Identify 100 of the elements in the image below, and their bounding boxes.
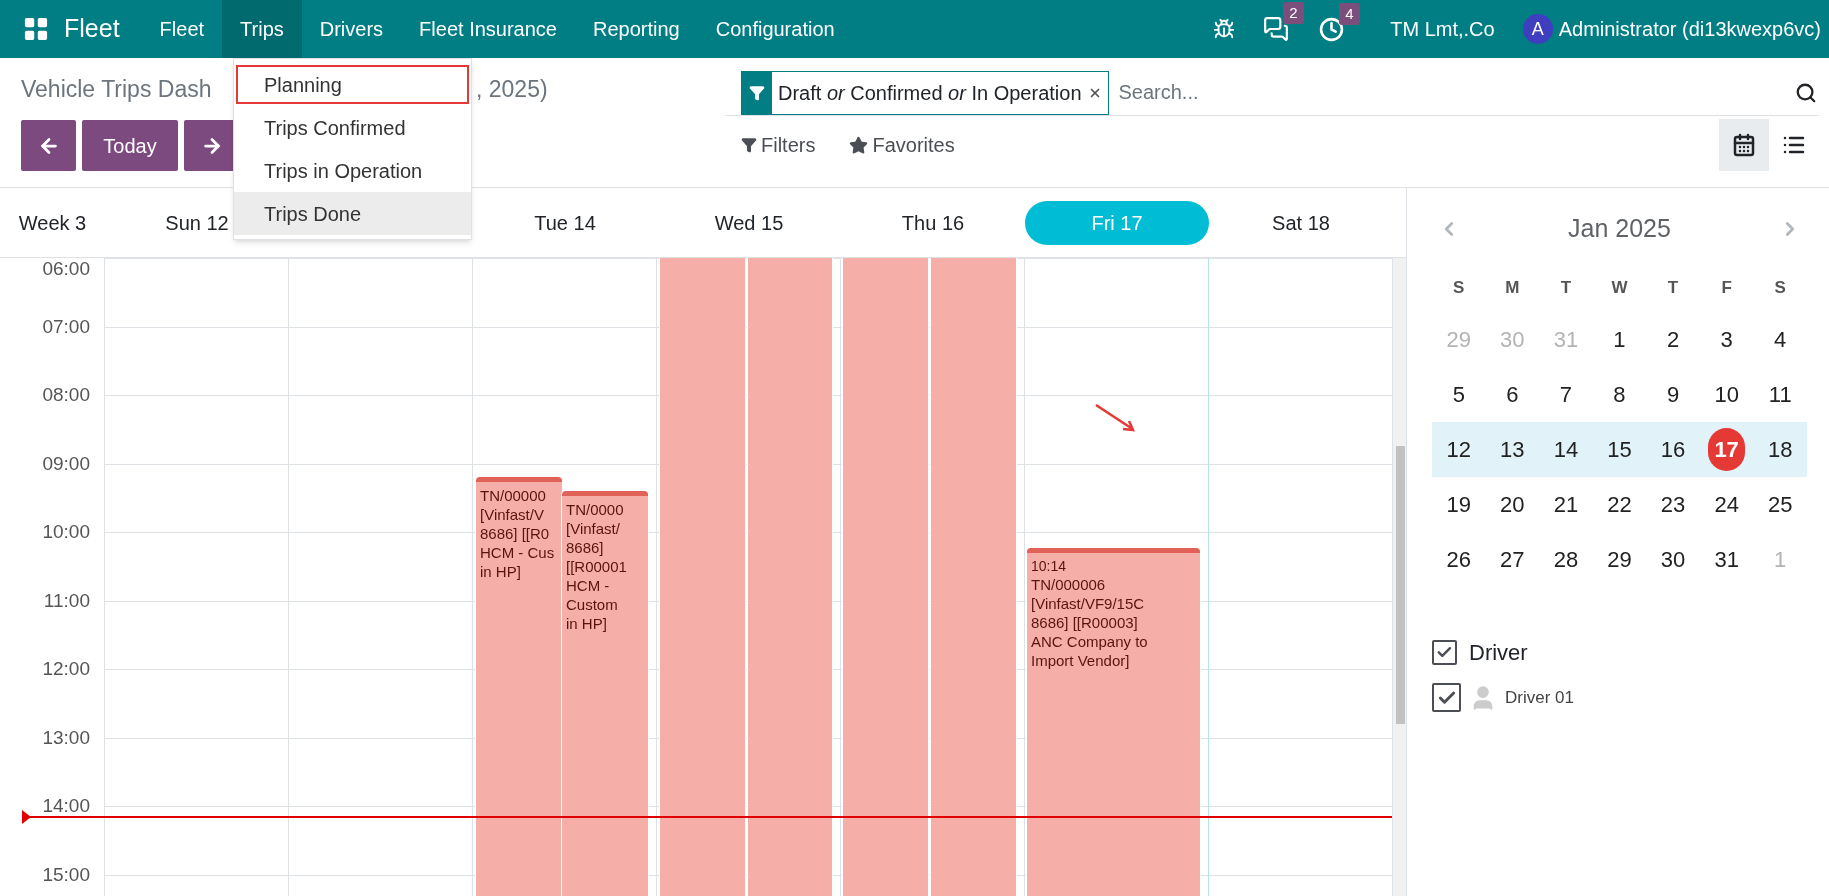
event-text: TN/0000	[566, 500, 625, 519]
trip-event[interactable]: TN/0000 [Vinfast/ 8686] [[R00001 HCM - Custom in HP]	[562, 491, 648, 896]
company-name[interactable]: TM Lmt,.Co	[1390, 14, 1495, 44]
bug-icon[interactable]	[1213, 18, 1236, 40]
calendar-day[interactable]: 20	[1500, 488, 1525, 521]
calendar-day[interactable]: 22	[1607, 488, 1632, 521]
calendar-day[interactable]: 2	[1666, 323, 1680, 356]
filter-title: Driver	[1469, 639, 1528, 667]
event-time: 10:14	[1031, 557, 1068, 575]
calendar-day[interactable]: 23	[1660, 488, 1686, 521]
calendar-day[interactable]: 31	[1714, 543, 1739, 576]
calendar-day[interactable]: 11	[1768, 378, 1792, 411]
hour-label: 09:00	[42, 452, 90, 475]
menu-item[interactable]: Fleet	[141, 0, 223, 58]
calendar-day[interactable]: 6	[1506, 378, 1519, 411]
hour-label: 07:00	[42, 315, 90, 338]
calendar-day[interactable]: 28	[1553, 543, 1579, 576]
favorites-button[interactable]: Favorites	[849, 130, 955, 160]
today-button[interactable]: Today	[82, 120, 178, 171]
calendar-day[interactable]: 3	[1720, 323, 1733, 356]
calendar-day[interactable]: 4	[1774, 323, 1787, 356]
weekday-label: T	[1559, 277, 1573, 300]
calendar-day[interactable]: 15	[1607, 433, 1632, 466]
hour-label: 11:00	[43, 589, 90, 612]
hour-label: 10:00	[42, 521, 90, 543]
chat-icon[interactable]	[1263, 16, 1290, 42]
calendar-day[interactable]: 8	[1613, 378, 1626, 411]
hour-label: 15:00	[42, 863, 90, 886]
dropdown-item[interactable]: Trips Done	[234, 192, 471, 235]
calendar-day[interactable]: 9	[1666, 378, 1680, 411]
menu-item[interactable]: Fleet Insurance	[401, 0, 575, 58]
menu-item[interactable]: Trips	[222, 0, 302, 58]
weekday-label: S	[1452, 277, 1466, 300]
weekday-label: T	[1666, 277, 1680, 300]
event-text: 8686] [[R00003]	[1031, 613, 1139, 632]
trip-event[interactable]: TN/00000 [Vinfast/V 8686] [[R0 HCM - Cus in HP]	[476, 477, 562, 896]
selected-week-row[interactable]: 12 13 14 15 16 17 18	[1432, 422, 1807, 477]
hour-label: 13:00	[42, 726, 90, 749]
calendar-day[interactable]: 13	[1500, 433, 1525, 466]
calendar-day[interactable]: 29	[1607, 543, 1632, 576]
hour-label: 06:00	[42, 258, 90, 280]
filter-icon	[749, 84, 765, 101]
day-header[interactable]: Wed 15	[714, 207, 784, 238]
dropdown-item[interactable]: Trips in Operation	[234, 149, 471, 192]
current-time-marker	[22, 810, 31, 824]
user-avatar[interactable]: A	[1522, 14, 1553, 44]
calendar-day[interactable]: 17	[1708, 428, 1746, 471]
event-text: HCM -	[566, 576, 611, 595]
scrollbar-thumb[interactable]	[1396, 446, 1405, 724]
checkbox[interactable]	[1432, 640, 1457, 665]
calendar-day[interactable]: 25	[1767, 488, 1793, 521]
calendar-day[interactable]: 19	[1446, 488, 1471, 521]
checkbox[interactable]	[1432, 683, 1461, 712]
hour-label: 08:00	[42, 384, 90, 406]
menu-item[interactable]: Reporting	[574, 0, 698, 58]
weekday-label: W	[1610, 277, 1629, 300]
filter-option-label[interactable]: Driver 01	[1505, 684, 1574, 711]
calendar-day[interactable]: 26	[1446, 543, 1471, 576]
scrollbar[interactable]	[1393, 258, 1406, 896]
day-header[interactable]: Tue 14	[534, 207, 596, 238]
apps-menu-icon[interactable]	[22, 15, 50, 43]
star-icon	[849, 135, 869, 155]
filters-button[interactable]: Filters	[741, 130, 816, 160]
calendar-day[interactable]: 5	[1452, 378, 1465, 411]
trip-event[interactable]: 10:14 TN/000006 [Vinfast/VF9/15C 8686] [[R00003] ANC Company to Import Vendor]	[1027, 548, 1200, 896]
dropdown-item[interactable]: Trips Confirmed	[234, 106, 471, 149]
calendar-day[interactable]: 12	[1446, 433, 1471, 466]
calendar-day[interactable]: 18	[1767, 433, 1793, 466]
event-text: 8686]	[566, 538, 605, 557]
previous-button[interactable]	[21, 120, 76, 171]
page-title: Vehicle Trips Dash	[21, 75, 212, 102]
filter-facet[interactable]: Draft or Confirmed or In Operation	[741, 70, 1109, 115]
calendar-day[interactable]: 30	[1660, 543, 1686, 576]
day-header[interactable]: Sat 18	[1272, 207, 1330, 238]
search-icon[interactable]	[1795, 81, 1817, 104]
user-name[interactable]: Administrator (di13kwexp6vc)	[1558, 14, 1821, 44]
calendar-day[interactable]: 21	[1553, 488, 1579, 521]
dropdown-item[interactable]: Planning	[234, 63, 471, 106]
calendar-view-button[interactable]	[1719, 119, 1769, 171]
calendar-day[interactable]: 1	[1613, 323, 1626, 356]
activity-count-badge: 4	[1339, 2, 1360, 25]
app-name[interactable]: Fleet	[64, 10, 120, 48]
event-text: in HP]	[480, 562, 522, 581]
calendar-day[interactable]: 14	[1553, 433, 1579, 466]
clock-icon[interactable]	[1319, 16, 1345, 42]
menu-item[interactable]: Configuration	[697, 0, 853, 58]
calendar-day[interactable]: 24	[1714, 488, 1739, 521]
calendar-day[interactable]: 16	[1660, 433, 1686, 466]
search-field[interactable]: Search...	[1108, 70, 1795, 115]
calendar-day[interactable]: 10	[1714, 378, 1739, 411]
week-number: Week 3	[17, 210, 88, 236]
facet-text: Draft or Confirmed or In Operation	[777, 80, 1083, 106]
event-text: TN/00000	[480, 486, 547, 505]
menu-item[interactable]: Drivers	[301, 0, 402, 58]
day-header[interactable]: Sun 12	[165, 207, 229, 238]
day-header[interactable]: Thu 16	[901, 207, 965, 238]
weekday-label: M	[1504, 277, 1521, 300]
calendar-day[interactable]: 7	[1559, 378, 1573, 411]
calendar-day[interactable]: 27	[1500, 543, 1525, 576]
event-text: [Vinfast/V	[480, 505, 545, 524]
